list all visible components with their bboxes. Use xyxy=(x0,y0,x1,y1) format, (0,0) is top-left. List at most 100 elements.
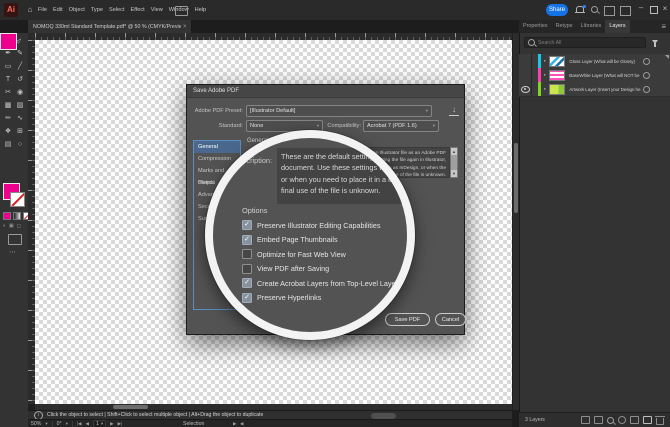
gradient-mode-swatch[interactable] xyxy=(13,212,21,220)
layers-search-input[interactable]: Search All xyxy=(524,37,646,48)
blend-tool-icon[interactable]: ∿ xyxy=(14,113,26,125)
locate-object-icon[interactable] xyxy=(607,417,614,424)
zoom-tool-icon[interactable]: ◉ xyxy=(14,87,26,99)
option-embed-thumbnails[interactable]: ✓ Embed Page Thumbnails xyxy=(242,235,338,245)
checkbox-icon[interactable]: ✓ xyxy=(242,220,252,230)
new-layer-icon[interactable] xyxy=(643,416,652,424)
status-prev-icon[interactable]: ◀ xyxy=(240,421,243,427)
float-window-icon[interactable] xyxy=(620,6,631,16)
panel-menu-icon[interactable]: ≡ xyxy=(661,20,666,33)
layer-name[interactable]: Gloss Layer (What will be Glossy) xyxy=(569,59,641,64)
layer-name[interactable]: BaseWhite Layer (What will NOT be ... xyxy=(569,73,641,78)
search-icon[interactable] xyxy=(591,6,598,13)
new-sublayer-icon[interactable] xyxy=(630,416,639,424)
cancel-button[interactable]: Cancel xyxy=(435,313,466,326)
arrange-documents-icon[interactable] xyxy=(175,6,188,16)
artboard-number-field[interactable]: 1 ▾ xyxy=(93,420,106,427)
target-circle-icon[interactable] xyxy=(643,72,650,79)
next-artboard-icon[interactable]: ▶ xyxy=(110,421,113,427)
draw-behind-icon[interactable]: ▣ xyxy=(9,223,14,229)
layer-thumbnail[interactable] xyxy=(549,56,565,67)
artboard-tool-icon[interactable]: ⊞ xyxy=(14,126,26,138)
last-artboard-icon[interactable]: ▶| xyxy=(118,421,123,427)
shape-builder-tool-icon[interactable]: ▩ xyxy=(2,100,14,112)
tab-layers[interactable]: Layers xyxy=(605,20,629,33)
visibility-cell[interactable] xyxy=(519,82,532,96)
visibility-cell[interactable] xyxy=(519,54,532,68)
scissors-tool-icon[interactable]: ✂ xyxy=(2,87,14,99)
type-tool-icon[interactable]: T xyxy=(2,74,14,86)
menu-select[interactable]: Select xyxy=(109,7,125,13)
tab-retype[interactable]: Retype xyxy=(552,20,577,33)
target-circle-icon[interactable] xyxy=(643,58,650,65)
zoom-level-value[interactable]: 50% xyxy=(31,421,41,427)
menu-file[interactable]: File xyxy=(38,7,47,13)
color-mode-swatch[interactable] xyxy=(3,212,11,220)
chevron-right-icon[interactable]: ▸ xyxy=(544,86,546,92)
layer-row-basewhite[interactable]: ▸ BaseWhite Layer (What will NOT be ... xyxy=(519,68,670,83)
more-tools-icon[interactable]: ⋯ xyxy=(9,248,16,256)
target-circle-icon[interactable] xyxy=(643,86,650,93)
share-button[interactable]: Share xyxy=(546,4,568,16)
screen-mode-icon[interactable] xyxy=(8,234,22,245)
export-selection-icon[interactable] xyxy=(594,416,603,424)
make-mask-icon[interactable] xyxy=(618,416,626,424)
save-preset-icon[interactable]: ↓ xyxy=(449,105,459,116)
pencil-tool-icon[interactable]: ✏ xyxy=(2,113,14,125)
checkbox-icon[interactable]: ✓ xyxy=(242,235,252,245)
hand-tool-icon[interactable]: ○ xyxy=(14,139,26,151)
layer-row-gloss[interactable]: ▸ Gloss Layer (What will be Glossy) xyxy=(519,54,670,69)
menu-effect[interactable]: Effect xyxy=(131,7,145,13)
option-acrobat-layers[interactable]: ✓ Create Acrobat Layers from Top-Level L… xyxy=(242,278,402,288)
tab-libraries[interactable]: Libraries xyxy=(577,20,606,33)
checkbox-icon[interactable] xyxy=(242,264,252,274)
document-tab[interactable]: NOMOQ 330ml Standard Template.pdf* @ 50 … xyxy=(28,20,192,33)
rectangle-tool-icon[interactable]: ▭ xyxy=(2,61,14,73)
option-optimize-web[interactable]: Optimize for Fast Web View xyxy=(242,249,346,259)
status-next-icon[interactable]: ▶ xyxy=(233,421,236,427)
preset-dropdown[interactable]: [Illustrator Default] ▾ xyxy=(246,105,432,117)
rotate-tool-icon[interactable]: ↺ xyxy=(14,74,26,86)
bell-icon[interactable] xyxy=(576,6,584,12)
chevron-right-icon[interactable]: ▸ xyxy=(544,72,546,78)
symbol-tool-icon[interactable]: ❖ xyxy=(2,126,14,138)
vertical-scrollbar-thumb[interactable] xyxy=(514,143,518,213)
menu-view[interactable]: View xyxy=(151,7,163,13)
checkbox-icon[interactable]: ✓ xyxy=(242,278,252,288)
first-artboard-icon[interactable]: |◀ xyxy=(77,421,82,427)
option-view-after-save[interactable]: View PDF after Saving xyxy=(242,264,329,274)
option-preserve-hyperlinks[interactable]: ✓ Preserve Hyperlinks xyxy=(242,293,321,303)
line-tool-icon[interactable]: ╱ xyxy=(14,61,26,73)
layer-row-artwork[interactable]: ▸ Artwork Layer (Insert your Design he..… xyxy=(519,82,670,97)
option-preserve-editing[interactable]: ✓ Preserve Illustrator Editing Capabilit… xyxy=(242,220,380,230)
layer-thumbnail[interactable] xyxy=(549,84,565,95)
minimize-icon[interactable]: – xyxy=(636,2,646,14)
home-icon[interactable]: ⌂ xyxy=(24,4,36,16)
draw-inside-icon[interactable]: ◻ xyxy=(17,223,21,229)
menu-help[interactable]: Help xyxy=(195,7,207,13)
layer-name[interactable]: Artwork Layer (Insert your Design he... xyxy=(569,87,641,92)
checkbox-icon[interactable] xyxy=(242,249,252,259)
tab-properties[interactable]: Properties xyxy=(519,20,552,33)
collect-export-icon[interactable] xyxy=(581,416,590,424)
tab-close-icon[interactable]: × xyxy=(183,24,187,30)
filter-icon[interactable] xyxy=(652,40,658,44)
hint-chip[interactable] xyxy=(371,413,396,419)
restore-icon[interactable] xyxy=(650,6,658,14)
fill-color-swatch[interactable] xyxy=(0,33,17,50)
scroll-up-icon[interactable]: ▲ xyxy=(451,148,457,155)
layer-thumbnail[interactable] xyxy=(549,70,565,81)
previous-artboard-icon[interactable]: ◀ xyxy=(86,421,89,427)
gradient-tool-icon[interactable]: ▨ xyxy=(14,100,26,112)
scroll-down-icon[interactable]: ▼ xyxy=(451,170,457,177)
close-icon[interactable]: × xyxy=(660,3,670,15)
rotation-chevron-down-icon[interactable]: ▾ xyxy=(66,421,68,427)
description-scrollbar[interactable]: ▲ ▼ xyxy=(450,147,458,178)
menu-type[interactable]: Type xyxy=(91,7,103,13)
horizontal-scrollbar-thumb[interactable] xyxy=(113,405,148,409)
chevron-right-icon[interactable]: ▸ xyxy=(544,58,546,64)
workspace-grid-icon[interactable] xyxy=(604,6,615,16)
visibility-cell[interactable] xyxy=(519,68,532,82)
zoom-chevron-down-icon[interactable]: ▾ xyxy=(45,421,47,427)
rotation-value[interactable]: 0° xyxy=(57,421,62,427)
